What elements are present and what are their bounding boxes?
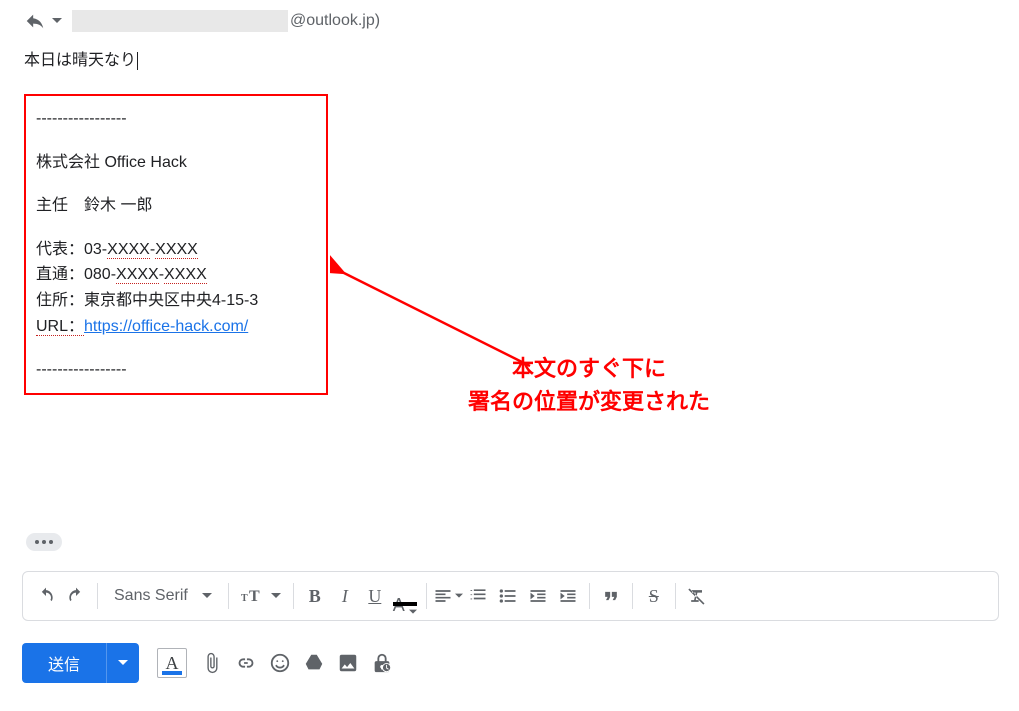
attach-file-button[interactable] (195, 643, 229, 683)
body-text: 本日は晴天なり (24, 52, 136, 69)
remove-formatting-button[interactable] (682, 576, 712, 616)
compose-action-row: 送信 A (22, 641, 999, 685)
signature-company: 株式会社 Office Hack (36, 150, 314, 176)
insert-drive-button[interactable] (297, 643, 331, 683)
signature-block: ----------------- 株式会社 Office Hack 主任 鈴木… (24, 94, 328, 395)
numbered-list-button[interactable] (463, 576, 493, 616)
bulleted-list-button[interactable] (493, 576, 523, 616)
svg-text:T: T (249, 588, 260, 605)
reply-type-caret-icon[interactable] (52, 16, 62, 26)
show-trimmed-content-button[interactable] (26, 533, 62, 551)
indent-more-button[interactable] (553, 576, 583, 616)
send-button[interactable]: 送信 (22, 643, 106, 683)
annotation-text: 本文のすぐ下に 署名の位置が変更された (468, 352, 710, 418)
align-button[interactable] (433, 576, 463, 616)
signature-address: 住所：東京都中央区中央4-15-3 (36, 288, 314, 314)
signature-separator-bottom: ----------------- (36, 357, 314, 383)
undo-button[interactable] (31, 576, 61, 616)
strikethrough-button[interactable]: S (639, 576, 669, 616)
formatting-options-button[interactable]: A (157, 648, 187, 678)
bold-button[interactable]: B (300, 576, 330, 616)
insert-link-button[interactable] (229, 643, 263, 683)
signature-separator-top: ----------------- (36, 106, 314, 132)
text-cursor (137, 52, 138, 70)
compose-body[interactable]: 本日は晴天なり ----------------- 株式会社 Office Ha… (0, 38, 1019, 395)
signature-url-label: URL： (36, 318, 84, 336)
font-size-selector[interactable]: T T (235, 586, 287, 606)
italic-button[interactable]: I (330, 576, 360, 616)
signature-url: URL：https://office-hack.com/ (36, 314, 314, 340)
signature-role-name: 主任 鈴木 一郎 (36, 193, 314, 219)
send-more-button[interactable] (106, 643, 139, 683)
caret-down-icon (202, 591, 212, 601)
text-color-button[interactable]: A (390, 576, 420, 616)
font-family-selector[interactable]: Sans Serif (104, 576, 222, 616)
svg-text:T: T (241, 593, 248, 604)
underline-button[interactable]: U (360, 576, 390, 616)
insert-emoji-button[interactable] (263, 643, 297, 683)
recipient-domain: @outlook.jp) (290, 12, 380, 30)
quote-button[interactable] (596, 576, 626, 616)
caret-down-icon (455, 592, 463, 600)
reply-icon[interactable] (24, 10, 46, 32)
confidential-mode-button[interactable] (365, 643, 399, 683)
signature-tel-main: 代表：03-XXXX-XXXX (36, 237, 314, 263)
signature-url-link[interactable]: https://office-hack.com/ (84, 318, 248, 335)
caret-down-icon (409, 608, 417, 616)
send-button-group: 送信 (22, 643, 139, 683)
formatting-toolbar: Sans Serif T T B I U A (22, 571, 999, 621)
caret-down-icon (271, 591, 281, 601)
recipient-redacted (72, 10, 288, 32)
redo-button[interactable] (61, 576, 91, 616)
reply-header: @outlook.jp) (0, 0, 1019, 38)
signature-tel-direct: 直通：080-XXXX-XXXX (36, 262, 314, 288)
insert-photo-button[interactable] (331, 643, 365, 683)
indent-less-button[interactable] (523, 576, 553, 616)
